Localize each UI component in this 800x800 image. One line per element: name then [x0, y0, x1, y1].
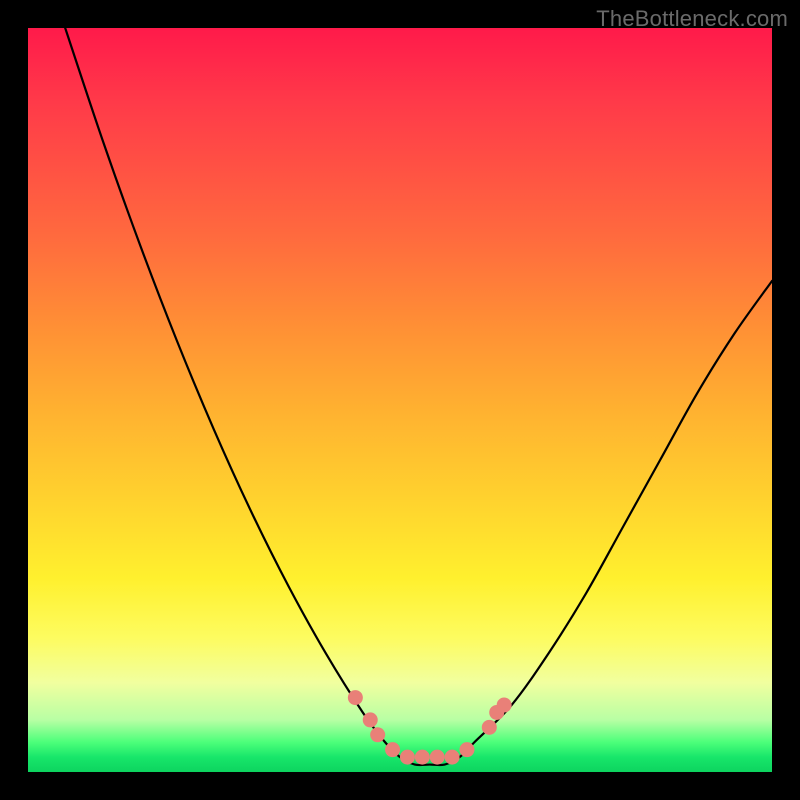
plot-area [28, 28, 772, 772]
marker-dot [348, 690, 363, 705]
marker-dot [459, 742, 474, 757]
marker-dot [445, 750, 460, 765]
marker-dot [482, 720, 497, 735]
watermark-text: TheBottleneck.com [596, 6, 788, 32]
marker-dot [415, 750, 430, 765]
marker-dot [400, 750, 415, 765]
marker-dot [370, 727, 385, 742]
curve-layer [28, 28, 772, 772]
marker-dot [497, 698, 512, 713]
bottleneck-curve [65, 28, 772, 765]
chart-frame: TheBottleneck.com [0, 0, 800, 800]
marker-dot [363, 712, 378, 727]
marker-dot [385, 742, 400, 757]
marker-dot [430, 750, 445, 765]
